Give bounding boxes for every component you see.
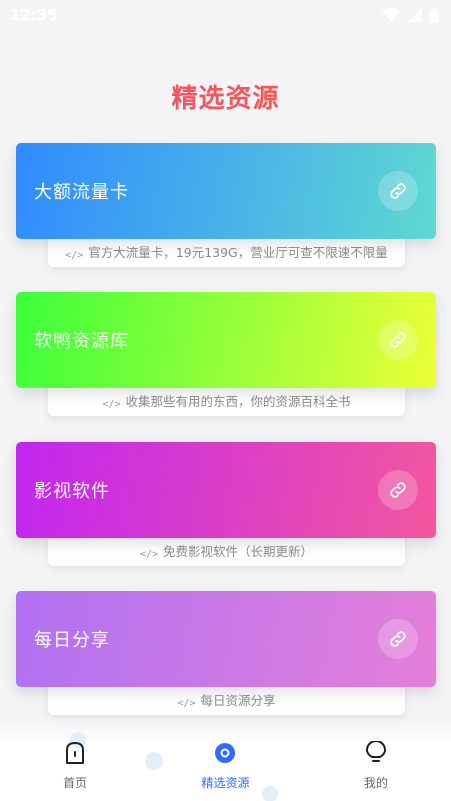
tab-label: 我的 [363,776,388,790]
card-label: 大额流量卡 [34,182,129,203]
tab-mine[interactable]: 我的 [301,738,451,801]
code-icon: </> [177,698,196,709]
home-icon [64,742,86,764]
wifi-icon [382,8,400,22]
compass-icon [214,742,236,764]
card-label: 每日分享 [34,630,110,651]
tab-home[interactable]: 首页 [0,738,150,801]
resource-card-traffic[interactable]: 大额流量卡 [16,143,436,239]
bottom-tab-bar: 首页 精选资源 我的 [0,732,451,801]
code-icon: </> [139,549,159,560]
card-label: 软鸭资源库 [34,331,129,352]
link-button[interactable] [378,320,418,360]
resource-card-daily[interactable]: 每日分享 [16,591,436,687]
link-icon [390,482,406,498]
link-icon [390,183,406,199]
tab-label: 精选资源 [201,776,250,790]
status-time: 12:35 [10,6,58,24]
status-bar: 12:35 [0,0,451,30]
card-description-text: 收集那些有用的东西，你的资源百科全书 [125,394,351,409]
card-description-text: 免费影视软件（长期更新） [163,544,314,559]
card-description-text: 官方大流量卡，19元139G，营业厅可查不限速不限量 [88,245,388,260]
lightbulb-icon [365,741,387,764]
tab-label: 首页 [63,776,88,790]
resource-card-ruanya[interactable]: 软鸭资源库 [16,292,436,388]
link-button[interactable] [378,619,418,659]
tab-featured[interactable]: 精选资源 [150,738,300,801]
battery-icon [430,7,439,23]
code-icon: </> [102,399,121,410]
signal-icon [408,8,422,22]
status-icons [382,7,439,23]
link-button[interactable] [378,470,418,510]
link-icon [390,332,406,348]
card-label: 影视软件 [34,481,110,502]
card-description-text: 每日资源分享 [200,693,276,708]
code-icon: </> [65,250,84,261]
page-title: 精选资源 [0,78,451,115]
link-icon [390,631,406,647]
resource-card-video[interactable]: 影视软件 [16,442,436,538]
link-button[interactable] [378,171,418,211]
